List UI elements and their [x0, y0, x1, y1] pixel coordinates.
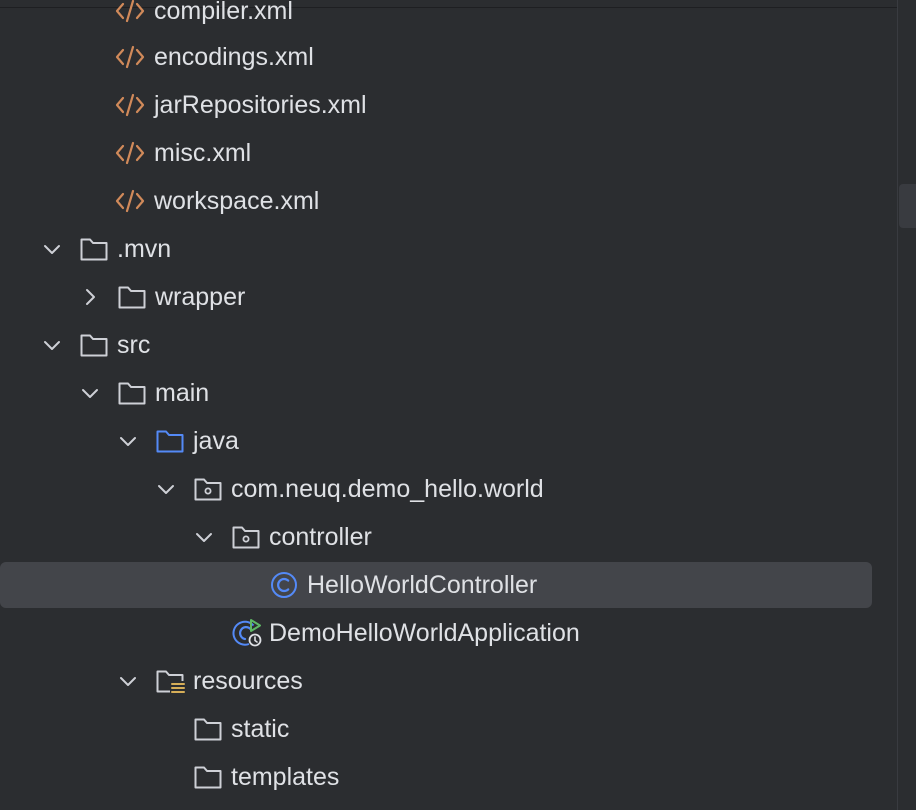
tree-item-label: java — [193, 427, 239, 455]
tree-item-label: misc.xml — [154, 139, 252, 167]
tree-item-encodings-xml[interactable]: encodings.xml — [0, 33, 897, 81]
vertical-scrollbar-thumb[interactable] — [899, 184, 916, 228]
tree-item-java-folder[interactable]: java — [0, 417, 897, 465]
tree-item-misc-xml[interactable]: misc.xml — [0, 129, 897, 177]
folder-icon — [117, 283, 147, 311]
tree-item-label: main — [155, 379, 210, 407]
tree-item-resources-folder[interactable]: resources — [0, 657, 897, 705]
tree-item-wrapper-folder[interactable]: wrapper — [0, 273, 897, 321]
xml-file-icon — [115, 43, 145, 71]
chevron-down-icon[interactable] — [154, 477, 178, 501]
tree-item-label: resources — [193, 667, 303, 695]
tree-item-workspace-xml[interactable]: workspace.xml — [0, 177, 897, 225]
chevron-down-icon[interactable] — [116, 669, 140, 693]
tree-item-src-folder[interactable]: src — [0, 321, 897, 369]
tree-item-helloworldcontroller[interactable]: HelloWorldController — [0, 561, 897, 609]
xml-file-icon — [115, 187, 145, 215]
tree-item-label: workspace.xml — [154, 187, 320, 215]
tree-item-label: DemoHelloWorldApplication — [269, 619, 580, 647]
tree-item-label: src — [117, 331, 151, 359]
chevron-down-icon[interactable] — [192, 525, 216, 549]
chevron-down-icon[interactable] — [78, 381, 102, 405]
package-icon — [193, 475, 223, 503]
tree-item-label: jarRepositories.xml — [154, 91, 367, 119]
xml-file-icon — [115, 0, 145, 25]
tree-item-label: .mvn — [117, 235, 172, 263]
tree-item-label: wrapper — [155, 283, 246, 311]
tree-item-static-folder[interactable]: static — [0, 705, 897, 753]
vertical-scrollbar-track[interactable] — [897, 0, 916, 810]
tree-item-label: templates — [231, 763, 340, 791]
package-icon — [231, 523, 261, 551]
chevron-down-icon[interactable] — [40, 237, 64, 261]
tree-item-label: encodings.xml — [154, 43, 314, 71]
tree-item-demohelloworldapplication[interactable]: DemoHelloWorldApplication — [0, 609, 897, 657]
tree-item-compiler-xml[interactable]: compiler.xml — [0, 0, 897, 35]
class-icon — [269, 571, 299, 599]
tree-item-package-root[interactable]: com.neuq.demo_hello.world — [0, 465, 897, 513]
tree-item-label: controller — [269, 523, 372, 551]
chevron-right-icon[interactable] — [78, 285, 102, 309]
chevron-down-icon[interactable] — [40, 333, 64, 357]
folder-icon — [117, 379, 147, 407]
tree-item-label: static — [231, 715, 290, 743]
tree-item-controller-package[interactable]: controller — [0, 513, 897, 561]
xml-file-icon — [115, 139, 145, 167]
tree-item-jarrepositories-xml[interactable]: jarRepositories.xml — [0, 81, 897, 129]
tree-item-templates-folder[interactable]: templates — [0, 753, 897, 801]
resources-folder-icon — [155, 667, 185, 695]
folder-icon — [79, 235, 109, 263]
spring-boot-app-icon — [231, 619, 262, 647]
tree-item-label: compiler.xml — [154, 0, 293, 25]
folder-icon — [193, 715, 223, 743]
chevron-down-icon[interactable] — [116, 429, 140, 453]
folder-icon — [193, 763, 223, 791]
source-folder-icon — [155, 427, 185, 455]
xml-file-icon — [115, 91, 145, 119]
tree-item-label: com.neuq.demo_hello.world — [231, 475, 544, 503]
tree-item-mvn-folder[interactable]: .mvn — [0, 225, 897, 273]
tree-item-main-folder[interactable]: main — [0, 369, 897, 417]
tree-item-label: HelloWorldController — [307, 571, 538, 599]
folder-icon — [79, 331, 109, 359]
